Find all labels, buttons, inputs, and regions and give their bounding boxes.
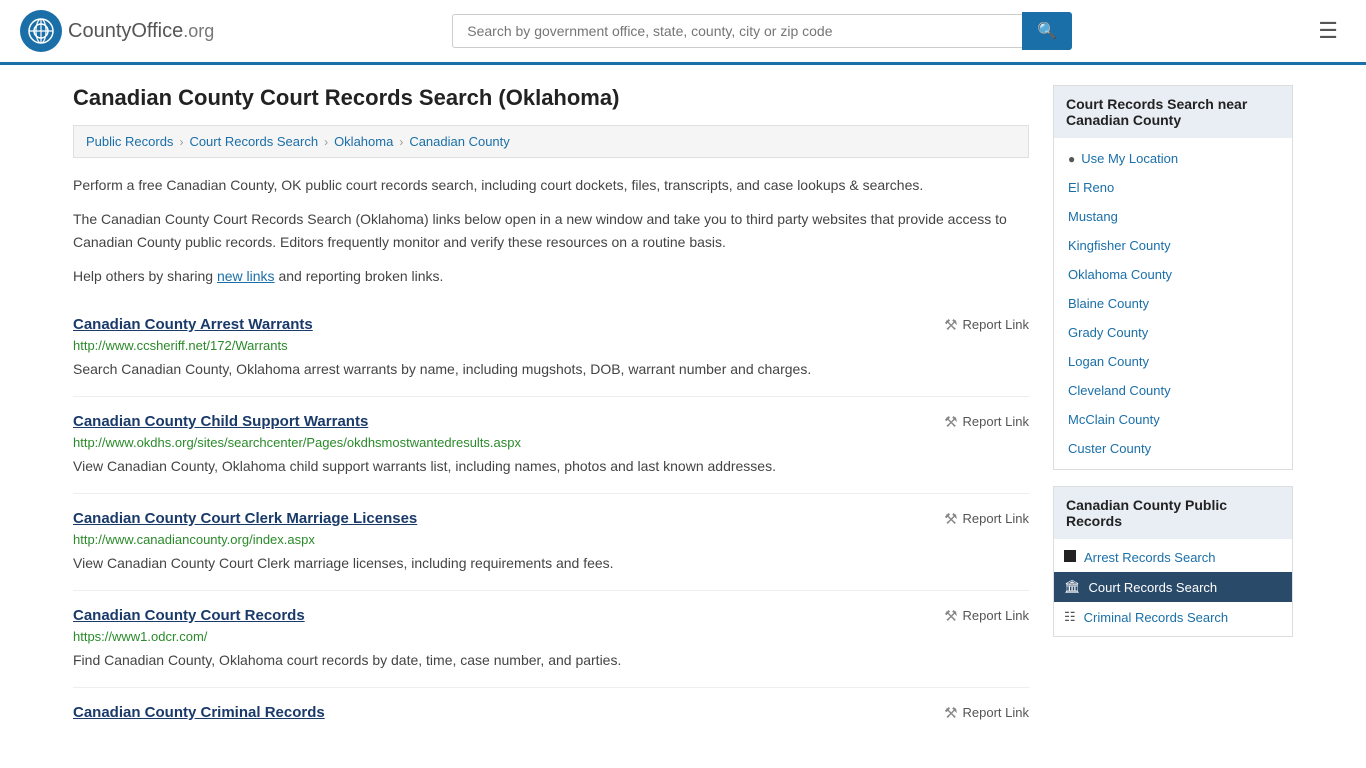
record-desc-3: View Canadian County Court Clerk marriag… <box>73 553 1029 574</box>
bc-sep-1: › <box>179 135 183 149</box>
report-link-5[interactable]: ⚒ Report Link <box>944 704 1029 722</box>
search-input[interactable] <box>452 14 1022 48</box>
arrest-icon <box>1064 550 1076 565</box>
new-links[interactable]: new links <box>217 268 275 284</box>
report-link-3[interactable]: ⚒ Report Link <box>944 510 1029 528</box>
report-link-4[interactable]: ⚒ Report Link <box>944 607 1029 625</box>
search-button[interactable]: 🔍 <box>1022 12 1072 50</box>
sidebar-pub-link-court[interactable]: 🏛 Court Records Search <box>1054 572 1292 602</box>
record-url-2[interactable]: http://www.okdhs.org/sites/searchcenter/… <box>73 435 1029 450</box>
records-list: Canadian County Arrest Warrants ⚒ Report… <box>73 300 1029 742</box>
header: CountyOffice.org 🔍 ☰ <box>0 0 1366 65</box>
report-link-1[interactable]: ⚒ Report Link <box>944 316 1029 334</box>
sidebar-link-custer[interactable]: Custer County <box>1054 434 1292 463</box>
sidebar-link-cleveland[interactable]: Cleveland County <box>1054 376 1292 405</box>
sidebar-link-mcclain[interactable]: McClain County <box>1054 405 1292 434</box>
record-desc-2: View Canadian County, Oklahoma child sup… <box>73 456 1029 477</box>
bc-sep-2: › <box>324 135 328 149</box>
sidebar-public-links: Arrest Records Search 🏛 Court Records Se… <box>1054 539 1292 636</box>
logo-text[interactable]: CountyOffice.org <box>68 20 214 43</box>
record-item-5: Canadian County Criminal Records ⚒ Repor… <box>73 688 1029 742</box>
record-item-2: Canadian County Child Support Warrants ⚒… <box>73 397 1029 494</box>
search-bar: 🔍 <box>452 12 1072 50</box>
report-icon-2: ⚒ <box>944 413 957 431</box>
report-link-2[interactable]: ⚒ Report Link <box>944 413 1029 431</box>
record-title-4[interactable]: Canadian County Court Records <box>73 607 305 624</box>
sidebar-link-blaine[interactable]: Blaine County <box>1054 289 1292 318</box>
record-url-3[interactable]: http://www.canadiancounty.org/index.aspx <box>73 532 1029 547</box>
report-icon-4: ⚒ <box>944 607 957 625</box>
sidebar-link-grady[interactable]: Grady County <box>1054 318 1292 347</box>
record-title-1[interactable]: Canadian County Arrest Warrants <box>73 316 313 333</box>
sidebar-public-records-header: Canadian County Public Records <box>1054 487 1292 539</box>
court-icon: 🏛 <box>1064 579 1081 595</box>
logo-icon <box>20 10 62 52</box>
bc-sep-3: › <box>399 135 403 149</box>
logo-area: CountyOffice.org <box>20 10 214 52</box>
breadcrumb-link-court-records[interactable]: Court Records Search <box>189 134 318 149</box>
sidebar-link-logan[interactable]: Logan County <box>1054 347 1292 376</box>
page-title: Canadian County Court Records Search (Ok… <box>73 85 1029 111</box>
record-item-3: Canadian County Court Clerk Marriage Lic… <box>73 494 1029 591</box>
record-desc-4: Find Canadian County, Oklahoma court rec… <box>73 650 1029 671</box>
record-desc-1: Search Canadian County, Oklahoma arrest … <box>73 359 1029 380</box>
report-icon-3: ⚒ <box>944 510 957 528</box>
sidebar-link-kingfisher[interactable]: Kingfisher County <box>1054 231 1292 260</box>
breadcrumb-link-canadian-county[interactable]: Canadian County <box>409 134 509 149</box>
record-header-5: Canadian County Criminal Records ⚒ Repor… <box>73 704 1029 722</box>
record-url-1[interactable]: http://www.ccsheriff.net/172/Warrants <box>73 338 1029 353</box>
description-3: Help others by sharing new links and rep… <box>73 265 1029 287</box>
report-icon-5: ⚒ <box>944 704 957 722</box>
record-header-1: Canadian County Arrest Warrants ⚒ Report… <box>73 316 1029 334</box>
sidebar-link-oklahoma-county[interactable]: Oklahoma County <box>1054 260 1292 289</box>
record-header-2: Canadian County Child Support Warrants ⚒… <box>73 413 1029 431</box>
sidebar-pub-link-criminal[interactable]: ☷ Criminal Records Search <box>1054 602 1292 632</box>
record-url-4[interactable]: https://www1.odcr.com/ <box>73 629 1029 644</box>
report-icon-1: ⚒ <box>944 316 957 334</box>
record-header-4: Canadian County Court Records ⚒ Report L… <box>73 607 1029 625</box>
sidebar-nearby-section: Court Records Search near Canadian Count… <box>1053 85 1293 470</box>
record-item-1: Canadian County Arrest Warrants ⚒ Report… <box>73 300 1029 397</box>
sidebar-nearby-links: ● Use My Location El Reno Mustang Kingfi… <box>1054 138 1292 469</box>
main-container: Canadian County Court Records Search (Ok… <box>53 65 1313 762</box>
breadcrumb-link-public-records[interactable]: Public Records <box>86 134 173 149</box>
criminal-icon: ☷ <box>1064 609 1076 625</box>
sidebar-public-records-section: Canadian County Public Records Arrest Re… <box>1053 486 1293 637</box>
description-1: Perform a free Canadian County, OK publi… <box>73 174 1029 196</box>
record-title-3[interactable]: Canadian County Court Clerk Marriage Lic… <box>73 510 417 527</box>
menu-icon[interactable]: ☰ <box>1310 14 1346 48</box>
record-header-3: Canadian County Court Clerk Marriage Lic… <box>73 510 1029 528</box>
location-pin-icon: ● <box>1068 152 1075 166</box>
record-item-4: Canadian County Court Records ⚒ Report L… <box>73 591 1029 688</box>
breadcrumb-link-oklahoma[interactable]: Oklahoma <box>334 134 393 149</box>
sidebar: Court Records Search near Canadian Count… <box>1053 85 1293 742</box>
sidebar-use-my-location[interactable]: ● Use My Location <box>1054 144 1292 173</box>
sidebar-link-el-reno[interactable]: El Reno <box>1054 173 1292 202</box>
sidebar-nearby-header: Court Records Search near Canadian Count… <box>1054 86 1292 138</box>
description-2: The Canadian County Court Records Search… <box>73 208 1029 253</box>
content-area: Canadian County Court Records Search (Ok… <box>73 85 1029 742</box>
logo-suffix: .org <box>183 21 214 41</box>
sidebar-pub-link-arrest[interactable]: Arrest Records Search <box>1054 543 1292 572</box>
record-title-2[interactable]: Canadian County Child Support Warrants <box>73 413 368 430</box>
sidebar-link-mustang[interactable]: Mustang <box>1054 202 1292 231</box>
record-title-5[interactable]: Canadian County Criminal Records <box>73 704 325 721</box>
breadcrumb: Public Records › Court Records Search › … <box>73 125 1029 158</box>
